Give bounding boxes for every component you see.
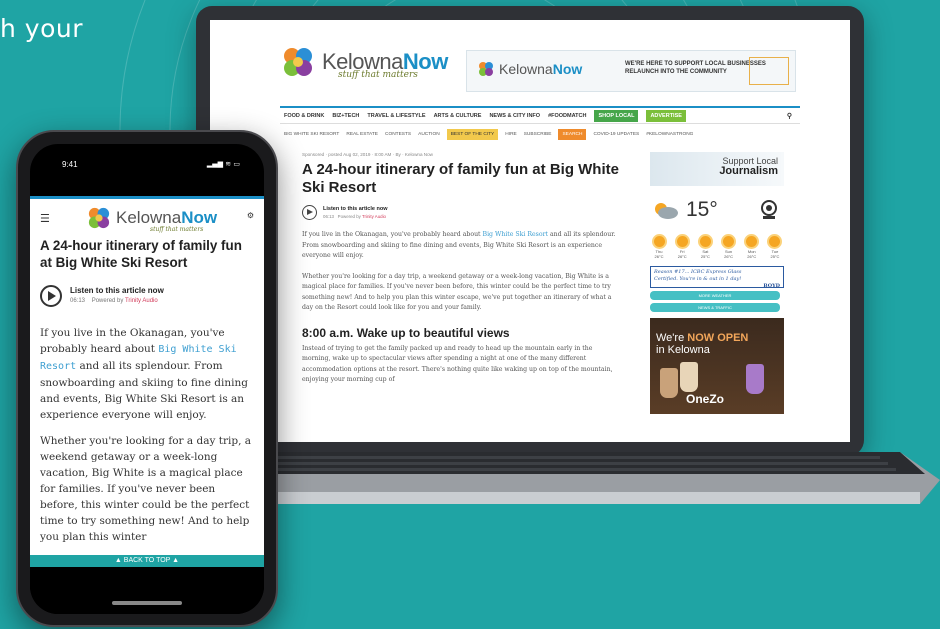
subnav-item[interactable]: REAL ESTATE xyxy=(346,132,378,137)
mobile-header: ☰ KelownaNow stuff that matters ⚙ xyxy=(30,199,264,237)
nav-item[interactable]: BIZ+TECH xyxy=(332,113,359,119)
subnav-item[interactable]: #KELOWNASTRONG xyxy=(646,132,693,137)
mobile-paragraph: Whether you're looking for a day trip, a… xyxy=(40,435,252,543)
primary-nav: FOOD & DRINK BIZ+TECH TRAVEL & LIFESTYLE… xyxy=(280,106,800,124)
subnav-item[interactable]: AUCTION xyxy=(418,132,440,137)
drink-cup-image xyxy=(680,362,698,392)
status-bar: 9:41 ▂▄▆ ≋ ▭ xyxy=(30,144,264,184)
boyd-ad[interactable]: Reason #17... ICBC Express Glass Certifi… xyxy=(650,266,784,289)
drink-cup-image xyxy=(746,364,764,394)
kelowna-now-logo-icon xyxy=(284,48,312,76)
subnav-item[interactable]: BIG WHITE SKI RESORT xyxy=(284,132,339,137)
hamburger-menu-icon[interactable]: ☰ xyxy=(40,212,50,225)
weather-widget: 15° Thu 26°C Fri 26°C Sat 25°C Sun 26°C Mon 2… xyxy=(650,192,784,262)
nav-item[interactable]: #FOODMATCH xyxy=(548,113,586,119)
nav-item[interactable]: ARTS & CULTURE xyxy=(434,113,482,119)
mobile-article-title: A 24-hour itinerary of family fun at Big… xyxy=(40,238,242,270)
banner-graphic xyxy=(749,57,789,85)
gear-icon[interactable]: ⚙ xyxy=(247,211,254,220)
forecast-day: Sat 25°C xyxy=(696,236,714,259)
article: Sponsored · posted Aug 02, 2019 · 8:00 A… xyxy=(302,152,620,386)
big-white-link[interactable]: Big White Ski Resort xyxy=(483,231,549,238)
banner-logo-icon xyxy=(479,62,493,76)
partly-cloudy-icon xyxy=(655,203,678,219)
sun-icon xyxy=(676,236,688,247)
sun-icon xyxy=(769,236,781,247)
header-banner-ad[interactable]: KelownaNow WE'RE HERE TO SUPPORT LOCAL B… xyxy=(466,50,796,92)
audio-label: Listen to this article now 06:13 Powered… xyxy=(323,205,388,219)
nav-item[interactable]: FOOD & DRINK xyxy=(284,113,324,119)
current-temperature: 15° xyxy=(686,198,718,221)
mobile-paragraph: If you live in the Okanagan, you've prob… xyxy=(40,327,248,421)
smartphone: 9:41 ▂▄▆ ≋ ▭ ☰ KelownaNow stuff that mat… xyxy=(16,130,278,627)
subnav-item[interactable]: CONTESTS xyxy=(385,132,411,137)
status-icons: ▂▄▆ ≋ ▭ xyxy=(206,160,240,168)
subnav-item[interactable]: SUBSCRIBE xyxy=(524,132,552,137)
article-paragraph: Instead of trying to get the family pack… xyxy=(302,344,613,384)
play-icon[interactable] xyxy=(40,285,62,307)
home-indicator[interactable] xyxy=(112,601,182,605)
forecast-row: Thu 26°C Fri 26°C Sat 25°C Sun 26°C Mon 26°C … xyxy=(650,236,784,259)
phone-bottom-area xyxy=(30,567,264,614)
mobile-audio-label: Listen to this article now 06:13 Powered… xyxy=(70,286,164,304)
nav-item-advertise[interactable]: ADVERTISE xyxy=(646,109,686,122)
laptop-screen: KelownaNow stuff that matters KelownaNow… xyxy=(210,20,850,442)
phone-screen: 9:41 ▂▄▆ ≋ ▭ ☰ KelownaNow stuff that mat… xyxy=(30,144,264,614)
article-title: A 24-hour itinerary of family fun at Big… xyxy=(302,161,619,196)
banner-logo: KelownaNow xyxy=(477,60,582,78)
subnav-item[interactable]: COVID-19 UPDATES xyxy=(593,132,639,137)
mobile-page: ☰ KelownaNow stuff that matters ⚙ A 24-h… xyxy=(30,196,264,556)
subnav-item-search[interactable]: SEARCH xyxy=(558,128,587,140)
more-weather-button[interactable]: MORE WEATHER xyxy=(650,291,780,300)
search-icon[interactable]: ⚲ xyxy=(787,112,792,120)
laptop: KelownaNow stuff that matters KelownaNow… xyxy=(196,6,864,456)
article-subheading: 8:00 a.m. Wake up to beautiful views xyxy=(302,325,510,340)
nav-item-shop-local[interactable]: SHOP LOCAL xyxy=(594,109,639,122)
forecast-day: Tue 25°C xyxy=(766,236,784,259)
nav-item[interactable]: TRAVEL & LIFESTYLE xyxy=(367,113,425,119)
play-icon[interactable] xyxy=(302,205,317,220)
article-meta: Sponsored · posted Aug 02, 2019 · 8:00 A… xyxy=(302,152,433,157)
kelowna-now-logo-icon xyxy=(88,207,110,229)
site-header: KelownaNow stuff that matters KelownaNow… xyxy=(210,20,850,98)
article-paragraph: Whether you're looking for a day trip, a… xyxy=(302,272,612,312)
mobile-audio-player: Listen to this article now 06:13 Powered… xyxy=(40,285,164,307)
article-paragraph: If you live in the Okanagan, you've prob… xyxy=(302,231,616,259)
forecast-day: Sun 26°C xyxy=(720,236,738,259)
banner-text: WE'RE HERE TO SUPPORT LOCAL BUSINESSES R… xyxy=(625,61,766,75)
forecast-day: Thu 26°C xyxy=(650,236,668,259)
news-traffic-button[interactable]: NEWS & TRAFFIC xyxy=(650,303,780,312)
sun-icon xyxy=(723,236,735,247)
status-time: 9:41 xyxy=(62,160,78,169)
forecast-day: Fri 26°C xyxy=(673,236,691,259)
onezo-logo: OneZo xyxy=(686,392,724,406)
sun-icon xyxy=(699,236,711,247)
secondary-nav: BIG WHITE SKI RESORT REAL ESTATE CONTEST… xyxy=(280,126,800,142)
mobile-article-body: If you live in the Okanagan, you've prob… xyxy=(40,325,254,555)
subnav-item-best-of-city[interactable]: BEST OF THE CITY xyxy=(446,128,499,140)
sun-icon xyxy=(746,236,758,247)
forecast-day: Mon 26°C xyxy=(743,236,761,259)
back-to-top-button[interactable]: ▲ BACK TO TOP ▲ xyxy=(30,555,264,567)
nav-item[interactable]: NEWS & CITY INFO xyxy=(489,113,540,119)
audio-player: Listen to this article now 06:13 Powered… xyxy=(302,205,620,220)
sidebar: Support Local Journalism 15° Thu 26°C Fri… xyxy=(650,152,800,414)
sun-icon xyxy=(653,236,665,247)
onezo-ad-headline: We're NOW OPEN in Kelowna xyxy=(656,332,749,356)
support-journalism-ad[interactable]: Support Local Journalism xyxy=(650,152,784,186)
subnav-item[interactable]: HIRE xyxy=(505,132,516,137)
headline-fragment: h your xyxy=(0,14,84,43)
site-tagline: stuff that matters xyxy=(338,70,418,80)
mobile-tagline: stuff that matters xyxy=(150,226,204,233)
weather-camera-icon[interactable] xyxy=(758,198,780,220)
drink-cup-image xyxy=(660,368,678,398)
onezo-ad[interactable]: We're NOW OPEN in Kelowna OneZo xyxy=(650,318,784,414)
phone-notch xyxy=(88,144,206,164)
